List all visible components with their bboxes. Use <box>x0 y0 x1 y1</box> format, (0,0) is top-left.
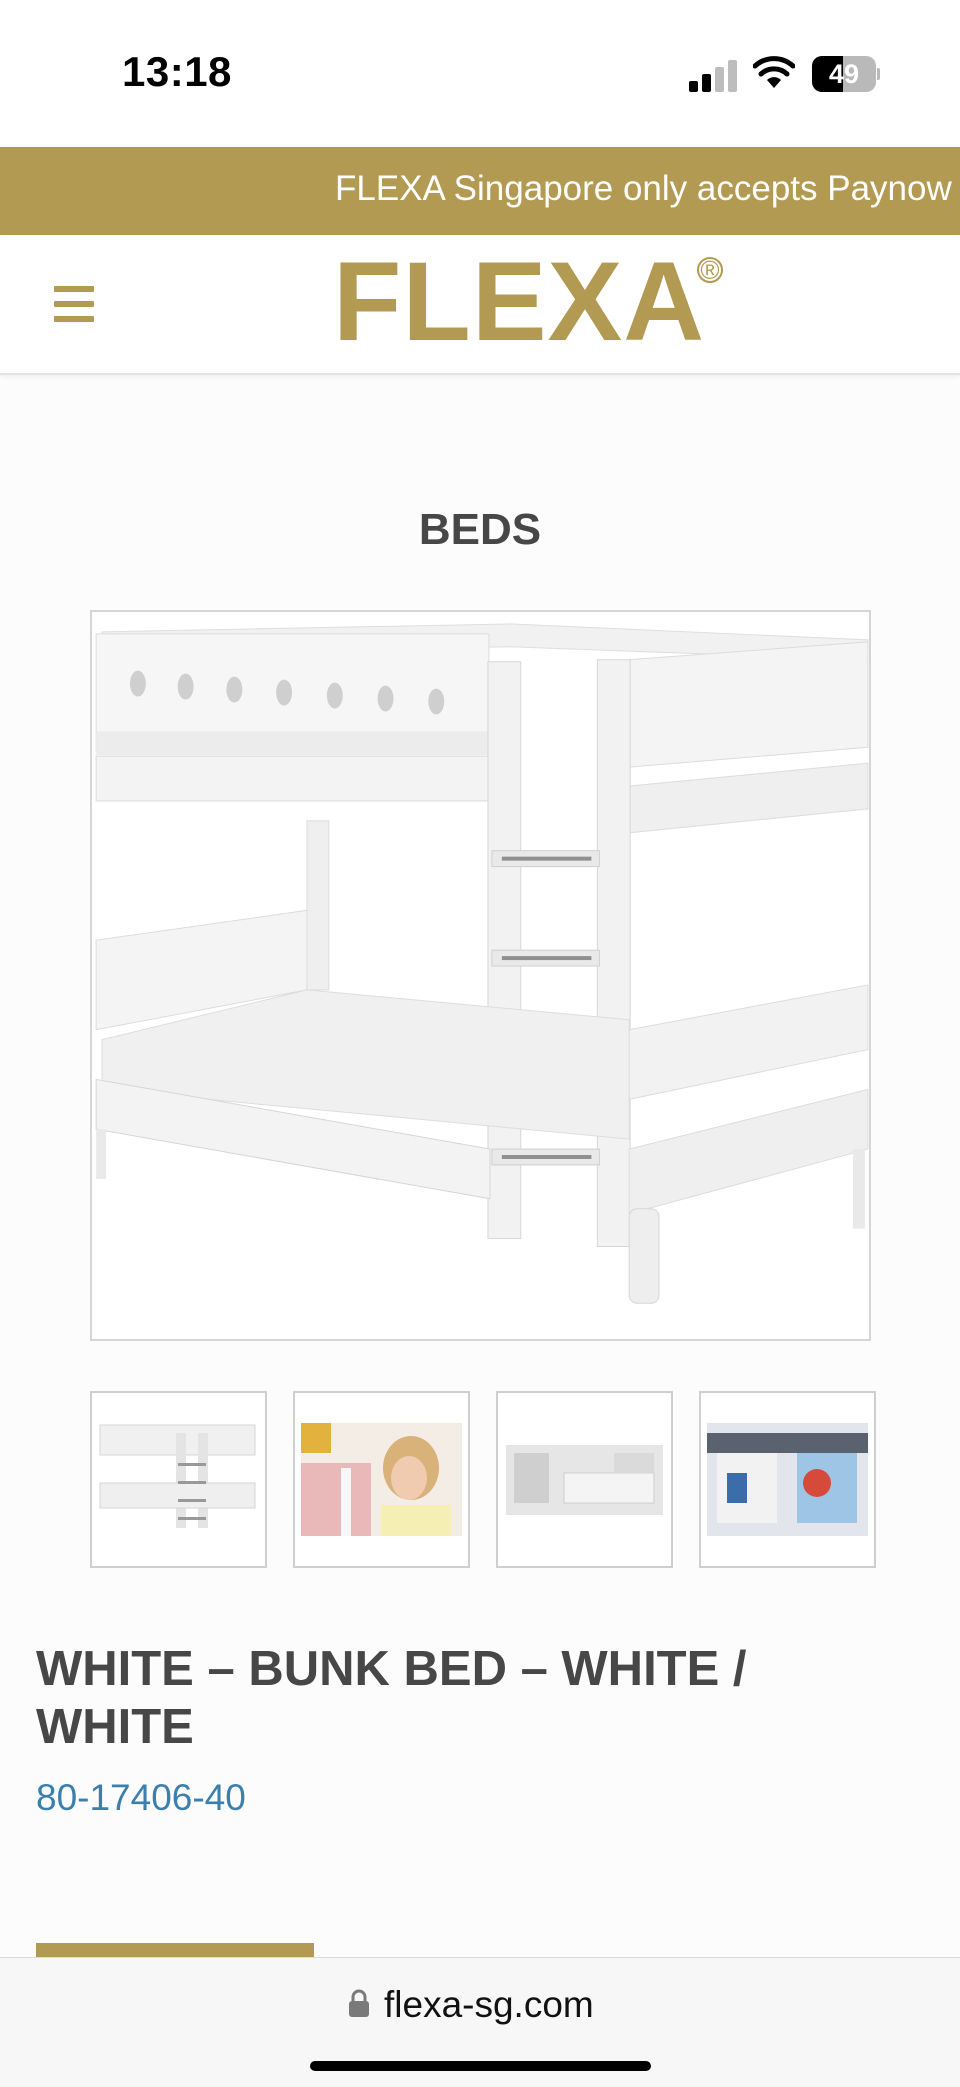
battery-level: 49 <box>828 59 860 89</box>
battery-icon: 49 <box>812 56 880 92</box>
browser-address-bar[interactable]: flexa-sg.com <box>0 1957 960 2087</box>
add-to-cart-button-peek[interactable] <box>36 1943 314 1957</box>
announcement-text: FLEXA Singapore only accepts Paynow p <box>335 169 960 208</box>
home-indicator[interactable] <box>310 2061 651 2071</box>
category-heading: BEDS <box>418 505 542 554</box>
flexa-logo[interactable]: FLEXA <box>333 246 705 358</box>
thumbnail-3[interactable] <box>496 1391 673 1568</box>
product-sku[interactable]: 80-17406-40 <box>36 1777 246 1819</box>
main-product-image[interactable] <box>90 610 871 1341</box>
thumbnail-2[interactable] <box>293 1391 470 1568</box>
child-with-bed-thumbnail <box>301 1423 462 1536</box>
signal-icon <box>689 60 737 92</box>
status-bar: 13:18 49 <box>0 0 960 147</box>
thumbnail-4[interactable] <box>699 1391 876 1568</box>
registered-mark: ® <box>697 257 723 283</box>
url-text[interactable]: flexa-sg.com <box>384 1984 594 2026</box>
status-time: 13:18 <box>122 48 232 95</box>
bed-canopy-thumbnail <box>707 1423 868 1536</box>
site-header: FLEXA ® <box>0 235 960 375</box>
hamburger-menu-icon[interactable] <box>54 286 94 322</box>
bedroom-scene-thumbnail <box>504 1423 665 1536</box>
battery-cap <box>877 68 880 80</box>
battery-body: 49 <box>812 56 876 92</box>
bunk-bed-illustration <box>92 612 869 1339</box>
wifi-icon <box>753 56 795 88</box>
thumbnail-1[interactable] <box>90 1391 267 1568</box>
announcement-bar: FLEXA Singapore only accepts Paynow p <box>0 147 960 235</box>
lock-icon <box>349 1989 369 2017</box>
bunk-bed-thumbnail <box>98 1423 259 1536</box>
product-title: WHITE – BUNK BED – WHITE / WHITE <box>36 1642 747 1754</box>
